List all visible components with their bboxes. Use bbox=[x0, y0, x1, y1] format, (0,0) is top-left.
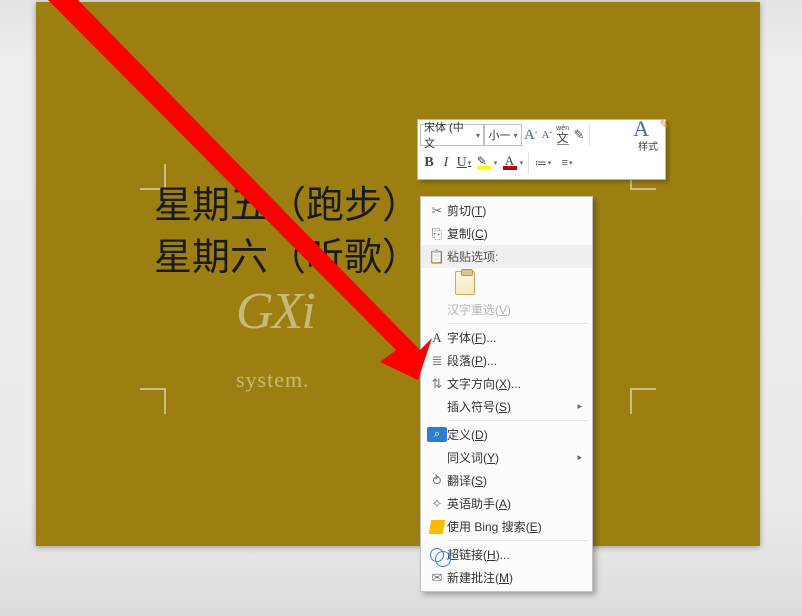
menu-hyperlink[interactable]: 超链接(H)... bbox=[421, 543, 592, 566]
menu-paste-options-header: 📋 粘贴选项: bbox=[421, 245, 592, 268]
separator bbox=[449, 323, 588, 324]
watermark-brand: GXi bbox=[236, 283, 314, 340]
menu-cut[interactable]: ✂ 剪切(T) bbox=[421, 199, 592, 222]
hyperlink-icon bbox=[427, 546, 447, 564]
menu-translate[interactable]: ⥁ 翻译(S) bbox=[421, 469, 592, 492]
chevron-down-icon: ▾ bbox=[513, 131, 517, 140]
clipboard-icon: 📋 bbox=[427, 248, 447, 266]
menu-hanzi-reselect: 汉字重选(V) bbox=[421, 298, 592, 321]
separator bbox=[449, 420, 588, 421]
mini-toolbar: 宋体 (中文▾ 小一▾ Aˆ Aˇ wén 文 ✎ A ✎ bbox=[417, 119, 666, 180]
font-name-combo[interactable]: 宋体 (中文▾ bbox=[420, 124, 484, 146]
shrink-font-button[interactable]: Aˇ bbox=[540, 122, 555, 148]
font-size-value: 小一 bbox=[488, 127, 510, 143]
app-canvas: GXi system. 星期五（跑步） 星期六（听歌） 宋体 (中文▾ 小一▾ … bbox=[0, 0, 802, 616]
font-color-icon: A bbox=[503, 156, 519, 170]
highlight-button[interactable]: ✎ ▾ bbox=[474, 150, 500, 176]
chevron-down-icon: ▾ bbox=[569, 159, 573, 167]
chevron-down-icon: ▾ bbox=[468, 159, 472, 167]
italic-button[interactable]: I bbox=[438, 150, 454, 176]
paste-option-row bbox=[421, 268, 592, 298]
separator bbox=[589, 124, 590, 146]
highlight-icon: ✎ bbox=[477, 156, 493, 170]
watermark-sub: system. bbox=[236, 367, 310, 392]
bullets-icon: ≔ bbox=[535, 156, 547, 170]
numbering-button[interactable]: ≡▾ bbox=[555, 150, 579, 176]
phonetic-guide-button[interactable]: wén 文 bbox=[554, 122, 571, 148]
chevron-right-icon: ▸ bbox=[572, 452, 582, 463]
chevron-down-icon: ▾ bbox=[494, 159, 498, 167]
chevron-right-icon: ▸ bbox=[572, 401, 582, 412]
text-direction-icon: ⇅ bbox=[427, 375, 447, 393]
font-color-button[interactable]: A ▾ bbox=[500, 150, 526, 176]
menu-define[interactable]: ⌕ 定义(D) bbox=[421, 423, 592, 446]
font-icon: A bbox=[427, 329, 447, 347]
slide[interactable]: GXi system. 星期五（跑步） 星期六（听歌） bbox=[36, 2, 760, 546]
numbering-icon: ≡ bbox=[562, 157, 568, 169]
pen-icon: ✎ bbox=[660, 119, 669, 131]
format-painter-icon: ✎ bbox=[574, 127, 585, 143]
scissors-icon: ✂ bbox=[427, 202, 447, 220]
chevron-down-icon: ▾ bbox=[548, 159, 552, 167]
paragraph-icon: ≣ bbox=[427, 352, 447, 370]
menu-english-assistant[interactable]: ✧ 英语助手(A) bbox=[421, 492, 592, 515]
slide-text-block[interactable]: 星期五（跑步） 星期六（听歌） bbox=[154, 180, 420, 285]
menu-copy[interactable]: ⎘ 复制(C) bbox=[421, 222, 592, 245]
font-name-value: 宋体 (中文 bbox=[424, 119, 473, 151]
bold-button[interactable]: B bbox=[420, 150, 438, 176]
slide-line-1: 星期五（跑步） bbox=[154, 180, 420, 232]
grow-font-button[interactable]: Aˆ bbox=[522, 122, 540, 148]
crop-mark-br bbox=[630, 388, 656, 414]
crop-mark-bl bbox=[140, 388, 166, 414]
paste-keep-source-button[interactable] bbox=[455, 271, 475, 295]
watermark: GXi system. bbox=[236, 282, 314, 400]
comment-icon: ✉ bbox=[427, 569, 447, 587]
separator bbox=[449, 540, 588, 541]
menu-new-comment[interactable]: ✉ 新建批注(M) bbox=[421, 566, 592, 589]
menu-bing-search[interactable]: 使用 Bing 搜索(E) bbox=[421, 515, 592, 538]
menu-text-direction[interactable]: ⇅ 文字方向(X)... bbox=[421, 372, 592, 395]
search-icon: ⌕ bbox=[427, 427, 447, 442]
styles-button[interactable]: A ✎ 样式 bbox=[633, 118, 663, 153]
separator bbox=[528, 152, 529, 174]
menu-synonym[interactable]: 同义词(Y) ▸ bbox=[421, 446, 592, 469]
context-menu: ✂ 剪切(T) ⎘ 复制(C) 📋 粘贴选项: 汉字重选(V) A 字体(F).… bbox=[420, 196, 593, 592]
assistant-icon: ✧ bbox=[427, 495, 447, 513]
font-size-combo[interactable]: 小一▾ bbox=[484, 124, 522, 146]
underline-button[interactable]: U▾ bbox=[454, 150, 474, 176]
chevron-down-icon: ▾ bbox=[520, 159, 524, 167]
bullets-button[interactable]: ≔▾ bbox=[531, 150, 555, 176]
format-painter-button[interactable]: ✎ bbox=[571, 122, 587, 148]
slide-line-2: 星期六（听歌） bbox=[154, 232, 420, 284]
phonetic-guide-icon: wén 文 bbox=[556, 125, 569, 145]
menu-font[interactable]: A 字体(F)... bbox=[421, 326, 592, 349]
chevron-down-icon: ▾ bbox=[476, 131, 480, 140]
bing-icon bbox=[427, 518, 447, 536]
menu-insert-symbol[interactable]: 插入符号(S) ▸ bbox=[421, 395, 592, 418]
menu-paragraph[interactable]: ≣ 段落(P)... bbox=[421, 349, 592, 372]
copy-icon: ⎘ bbox=[427, 225, 447, 243]
translate-icon: ⥁ bbox=[427, 472, 447, 490]
